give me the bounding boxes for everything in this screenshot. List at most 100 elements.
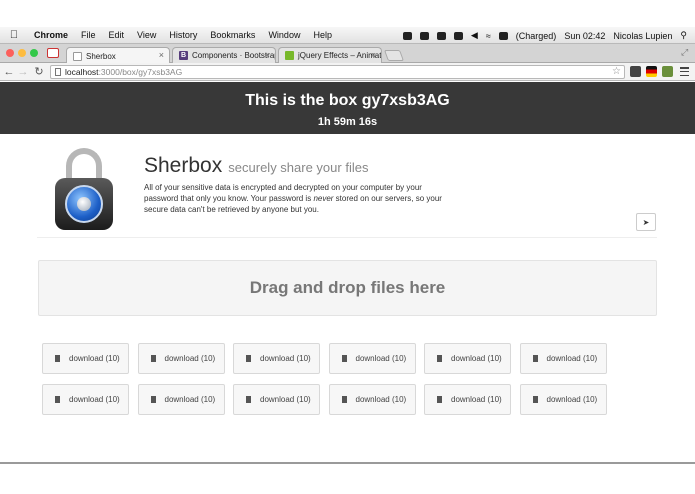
menu-file[interactable]: File: [81, 30, 96, 40]
forward-icon[interactable]: →: [17, 65, 29, 79]
fullscreen-icon[interactable]: ⤢: [681, 47, 688, 58]
tab-jquery[interactable]: jQuery Effects – Animation ×: [278, 47, 382, 63]
menu-history[interactable]: History: [169, 30, 197, 40]
download-button[interactable]: download (10): [424, 343, 511, 374]
back-icon[interactable]: ←: [3, 65, 15, 79]
new-tab-button[interactable]: [383, 50, 405, 61]
mac-menubar:  Chrome File Edit View History Bookmark…: [0, 27, 695, 44]
page-header: This is the box gy7xsb3AG 1h 59m 16s: [0, 82, 695, 134]
file-icon: [532, 396, 538, 403]
brand-name: Sherbox: [144, 154, 223, 177]
download-list: download (10) download (10) download (10…: [42, 343, 622, 425]
file-icon: [150, 355, 156, 362]
address-host: localhost: [65, 67, 99, 77]
bootstrap-icon: B: [179, 51, 188, 60]
download-label: download (10): [546, 395, 598, 404]
download-button[interactable]: download (10): [137, 384, 225, 415]
brand-tagline: securely share your files: [228, 160, 369, 175]
file-icon: [246, 396, 251, 403]
user-name[interactable]: Nicolas Lupien: [613, 31, 672, 41]
download-label: download (10): [260, 395, 311, 404]
menu-icon[interactable]: [680, 67, 689, 76]
download-button[interactable]: download (10): [233, 384, 320, 415]
menu-edit[interactable]: Edit: [109, 30, 125, 40]
menu-help[interactable]: Help: [313, 30, 332, 40]
address-bar[interactable]: localhost:3000/box/gy7xsb3AG ☆: [50, 65, 625, 79]
display-icon[interactable]: [453, 31, 463, 40]
countdown-timer: 1h 59m 16s: [317, 116, 378, 128]
download-label: download (10): [451, 395, 502, 404]
file-icon: [55, 396, 60, 403]
tab-strip: Sherbox × B Components · Bootstrap × jQu…: [0, 44, 695, 64]
download-button[interactable]: download (10): [328, 384, 416, 415]
file-icon: [246, 355, 251, 362]
padlock-icon: [55, 148, 113, 232]
brand-heading: Sherbox securely share your files: [144, 154, 368, 178]
clock[interactable]: Sun 02:42: [564, 31, 605, 41]
file-icon: [55, 355, 60, 362]
tab-sherbox[interactable]: Sherbox ×: [66, 47, 170, 64]
spotlight-icon[interactable]: ⚲: [680, 30, 687, 41]
download-label: download (10): [164, 395, 216, 404]
description: All of your sensitive data is encrypted …: [144, 182, 444, 215]
cloud-icon[interactable]: [419, 31, 429, 40]
dropbox-icon[interactable]: [402, 31, 412, 40]
zoom-window-icon[interactable]: [30, 49, 38, 57]
window-bottom-edge: [0, 462, 695, 464]
menu-window[interactable]: Window: [268, 30, 300, 40]
close-tab-icon[interactable]: ×: [265, 50, 270, 60]
bookmark-star-icon[interactable]: ☆: [612, 66, 621, 78]
download-button[interactable]: download (10): [233, 343, 320, 374]
tab-label: Components · Bootstrap: [192, 51, 276, 60]
file-dropzone[interactable]: Drag and drop files here: [38, 260, 657, 316]
off-extension-icon[interactable]: [662, 66, 673, 77]
menu-bookmarks[interactable]: Bookmarks: [210, 30, 255, 40]
close-tab-icon[interactable]: ×: [371, 50, 376, 60]
download-label: download (10): [355, 354, 407, 363]
menu-view[interactable]: View: [137, 30, 156, 40]
extension-icon[interactable]: [630, 66, 641, 77]
download-label: download (10): [164, 354, 216, 363]
close-tab-icon[interactable]: ×: [159, 50, 164, 60]
volume-icon[interactable]: ◀: [471, 30, 478, 41]
download-label: download (10): [451, 354, 502, 363]
close-window-icon[interactable]: [6, 49, 14, 57]
page-icon: [55, 68, 61, 76]
reload-icon[interactable]: ↻: [33, 65, 45, 79]
page-icon: [73, 51, 82, 61]
download-label: download (10): [546, 354, 598, 363]
download-button[interactable]: download (10): [137, 343, 225, 374]
tab-bootstrap[interactable]: B Components · Bootstrap ×: [172, 47, 276, 63]
download-button[interactable]: download (10): [519, 343, 607, 374]
file-icon: [341, 355, 347, 362]
minimize-window-icon[interactable]: [18, 49, 26, 57]
download-label: download (10): [69, 395, 120, 404]
download-label: download (10): [355, 395, 407, 404]
download-label: download (10): [260, 354, 311, 363]
file-icon: [341, 396, 347, 403]
download-label: download (10): [69, 354, 120, 363]
dropzone-label: Drag and drop files here: [249, 278, 446, 297]
browser-toolbar: ← → ↻ localhost:3000/box/gy7xsb3AG ☆: [0, 63, 695, 81]
gmail-icon[interactable]: [47, 48, 59, 58]
menu-app-name[interactable]: Chrome: [34, 30, 68, 40]
description-emphasis: never: [313, 194, 334, 203]
intro-section: Sherbox securely share your files All of…: [37, 134, 657, 238]
send-button[interactable]: ➤: [636, 213, 656, 231]
download-button[interactable]: download (10): [519, 384, 607, 415]
jquery-icon: [285, 51, 294, 60]
download-button[interactable]: download (10): [42, 384, 129, 415]
download-button[interactable]: download (10): [328, 343, 416, 374]
send-icon: ➤: [642, 217, 650, 227]
tab-label: Sherbox: [86, 51, 116, 61]
file-icon: [150, 396, 156, 403]
battery-icon[interactable]: [498, 31, 508, 40]
apple-icon[interactable]: : [8, 29, 20, 41]
address-path: :3000/box/gy7xsb3AG: [98, 67, 183, 77]
flag-extension-icon[interactable]: [646, 66, 657, 77]
window-icon[interactable]: [436, 31, 446, 40]
wifi-icon[interactable]: ≈: [486, 31, 491, 41]
file-icon: [437, 355, 442, 362]
download-button[interactable]: download (10): [42, 343, 129, 374]
download-button[interactable]: download (10): [424, 384, 511, 415]
